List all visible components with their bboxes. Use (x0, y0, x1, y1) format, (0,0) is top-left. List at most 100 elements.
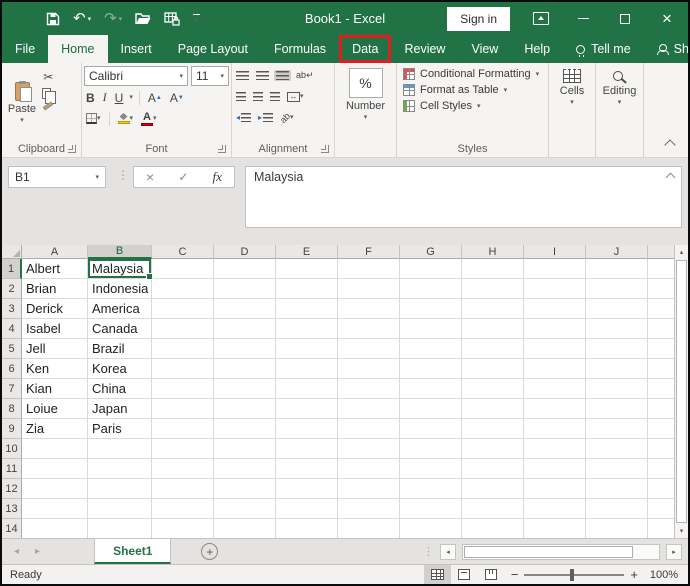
undo-button[interactable]: ↶▾ (73, 11, 91, 26)
cell-G4[interactable] (400, 319, 462, 339)
tab-file[interactable]: File (2, 35, 48, 63)
cell-C2[interactable] (152, 279, 214, 299)
cell-B6[interactable]: Korea (88, 359, 152, 379)
font-dialog-launcher-icon[interactable] (218, 145, 226, 153)
cell-B2[interactable]: Indonesia (88, 279, 152, 299)
cell-C1[interactable] (152, 259, 214, 279)
underline-dropdown-icon[interactable]: ▾ (129, 94, 133, 101)
copy-icon[interactable]: ▾ (40, 87, 57, 100)
cell-J12[interactable] (586, 479, 648, 499)
zoom-slider-thumb[interactable] (570, 569, 574, 581)
cell-D4[interactable] (214, 319, 276, 339)
cell-partial[interactable] (648, 299, 674, 319)
cell-H10[interactable] (462, 439, 524, 459)
font-size-select[interactable]: 11▾ (191, 66, 229, 86)
tab-home[interactable]: Home (48, 35, 107, 63)
cell-C6[interactable] (152, 359, 214, 379)
font-name-select[interactable]: Calibri▾ (84, 66, 188, 86)
open-file-icon[interactable] (135, 12, 151, 25)
cell-F12[interactable] (338, 479, 400, 499)
cell-I7[interactable] (524, 379, 586, 399)
cell-A10[interactable] (22, 439, 88, 459)
cell-H5[interactable] (462, 339, 524, 359)
cell-D1[interactable] (214, 259, 276, 279)
cell-J13[interactable] (586, 499, 648, 519)
cell-C11[interactable] (152, 459, 214, 479)
cell-F7[interactable] (338, 379, 400, 399)
increase-indent-icon[interactable]: ▸ (256, 112, 275, 123)
number-dropdown-icon[interactable]: ▾ (364, 114, 368, 121)
cell-H7[interactable] (462, 379, 524, 399)
fill-color-button[interactable]: ▾ (116, 112, 136, 125)
middle-align-icon[interactable] (254, 70, 271, 81)
cell-C5[interactable] (152, 339, 214, 359)
cell-I4[interactable] (524, 319, 586, 339)
close-button[interactable]: × (646, 2, 688, 35)
cell-J1[interactable] (586, 259, 648, 279)
cell-D3[interactable] (214, 299, 276, 319)
cell-I6[interactable] (524, 359, 586, 379)
cell-A5[interactable]: Jell (22, 339, 88, 359)
row-header-7[interactable]: 7 (2, 379, 22, 399)
column-header-G[interactable]: G (400, 245, 462, 259)
cell-G11[interactable] (400, 459, 462, 479)
cell-G10[interactable] (400, 439, 462, 459)
maximize-button[interactable] (604, 2, 646, 35)
align-center-icon[interactable] (251, 91, 265, 102)
cell-E14[interactable] (276, 519, 338, 538)
cell-A3[interactable]: Derick (22, 299, 88, 319)
row-header-14[interactable]: 14 (2, 519, 22, 538)
cell-G5[interactable] (400, 339, 462, 359)
horizontal-scrollbar-thumb[interactable] (464, 546, 633, 558)
cell-C8[interactable] (152, 399, 214, 419)
insert-function-icon[interactable]: fx (213, 169, 222, 185)
cell-B12[interactable] (88, 479, 152, 499)
sheet-tab-sheet1[interactable]: Sheet1 (94, 539, 171, 564)
cell-I3[interactable] (524, 299, 586, 319)
row-header-1[interactable]: 1 (2, 259, 22, 279)
increase-font-size-button[interactable]: A▲ (146, 90, 164, 106)
cell-A14[interactable] (22, 519, 88, 538)
cell-I12[interactable] (524, 479, 586, 499)
decrease-font-size-button[interactable]: A▼ (168, 90, 186, 106)
row-header-11[interactable]: 11 (2, 459, 22, 479)
scroll-up-icon[interactable]: ▴ (675, 245, 688, 259)
row-header-9[interactable]: 9 (2, 419, 22, 439)
cell-A9[interactable]: Zia (22, 419, 88, 439)
column-header-A[interactable]: A (22, 245, 88, 259)
cell-G2[interactable] (400, 279, 462, 299)
cell-A12[interactable] (22, 479, 88, 499)
cell-I10[interactable] (524, 439, 586, 459)
cell-B1[interactable]: Malaysia (88, 259, 152, 279)
cell-J5[interactable] (586, 339, 648, 359)
cell-H8[interactable] (462, 399, 524, 419)
cell-I9[interactable] (524, 419, 586, 439)
cell-C10[interactable] (152, 439, 214, 459)
cell-B11[interactable] (88, 459, 152, 479)
align-right-icon[interactable] (268, 91, 282, 102)
cell-I11[interactable] (524, 459, 586, 479)
cell-C9[interactable] (152, 419, 214, 439)
zoom-out-button[interactable]: − (505, 567, 525, 582)
cell-I8[interactable] (524, 399, 586, 419)
cell-E5[interactable] (276, 339, 338, 359)
cell-G3[interactable] (400, 299, 462, 319)
formula-bar-input[interactable]: Malaysia (245, 166, 682, 228)
decrease-indent-icon[interactable]: ◂ (234, 112, 253, 123)
cell-G6[interactable] (400, 359, 462, 379)
cell-partial[interactable] (648, 519, 674, 538)
normal-view-button[interactable] (424, 565, 451, 584)
cell-E9[interactable] (276, 419, 338, 439)
cell-G7[interactable] (400, 379, 462, 399)
cell-partial[interactable] (648, 439, 674, 459)
cell-B8[interactable]: Japan (88, 399, 152, 419)
underline-button[interactable]: U (113, 90, 126, 106)
cell-A8[interactable]: Loiue (22, 399, 88, 419)
minimize-button[interactable] (562, 2, 604, 35)
cell-C12[interactable] (152, 479, 214, 499)
cut-icon[interactable]: ✂ (40, 70, 57, 84)
paste-button[interactable]: Paste ▾ (4, 66, 40, 140)
cell-I5[interactable] (524, 339, 586, 359)
italic-button[interactable]: I (101, 89, 109, 106)
cell-E8[interactable] (276, 399, 338, 419)
